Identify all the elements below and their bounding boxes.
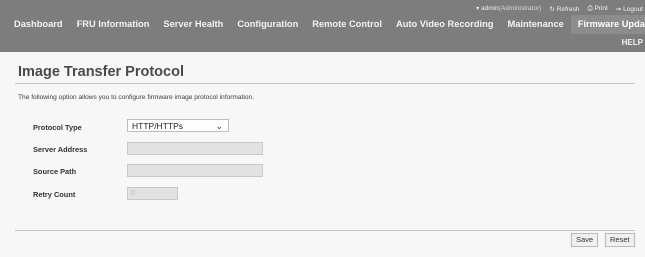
nav-remote-control[interactable]: Remote Control [305,15,389,34]
user-menu[interactable]: ▾ admin(Administrator) [476,5,541,12]
protocol-type-label: Protocol Type [33,123,82,132]
nav-maintenance[interactable]: Maintenance [500,15,570,34]
nav-auto-video-recording[interactable]: Auto Video Recording [389,15,500,34]
source-path-label: Source Path [33,167,77,176]
protocol-type-select[interactable]: HTTP/HTTPs ⌄ [127,119,229,132]
protocol-type-value: HTTP/HTTPs [132,121,183,131]
server-address-field[interactable] [127,142,263,155]
chevron-down-icon: ⌄ [215,121,223,131]
source-path-field[interactable] [127,164,263,177]
logout-label: Logout [623,5,643,13]
print-label: Print [594,4,608,12]
help-link[interactable]: HELP [622,38,643,47]
main-nav: Dashboard FRU Information Server Health … [0,15,645,34]
user-role: (Administrator) [498,5,542,12]
reset-button[interactable]: Reset [605,233,635,247]
page-description: The following option allows you to confi… [18,94,255,101]
logout-link[interactable]: ⇒ Logout [616,5,643,13]
username: admin [481,5,499,12]
top-header: ▾ admin(Administrator) ↻ Refresh ⎙ Print… [0,0,645,52]
main-content: Image Transfer Protocol The following op… [0,52,645,257]
server-address-label: Server Address [33,145,88,154]
retry-count-field[interactable] [127,187,178,200]
page-title: Image Transfer Protocol [18,64,184,80]
refresh-icon: ↻ [549,5,555,13]
nav-firmware-update[interactable]: Firmware Update [570,15,645,34]
print-link[interactable]: ⎙ Print [587,5,607,13]
nav-dashboard[interactable]: Dashboard [0,15,70,34]
refresh-label: Refresh [556,5,580,13]
logout-icon: ⇒ [615,5,622,13]
save-button[interactable]: Save [571,233,599,247]
title-divider [15,83,635,84]
nav-configuration[interactable]: Configuration [230,15,305,34]
refresh-link[interactable]: ↻ Refresh [549,5,579,13]
nav-server-health[interactable]: Server Health [156,15,230,34]
user-icon: ▾ [476,6,480,12]
footer-divider [15,230,635,231]
print-icon: ⎙ [587,4,593,12]
retry-count-label: Retry Count [33,190,76,199]
user-toolbar: ▾ admin(Administrator) ↻ Refresh ⎙ Print… [476,3,645,14]
nav-fru-information[interactable]: FRU Information [70,15,157,34]
